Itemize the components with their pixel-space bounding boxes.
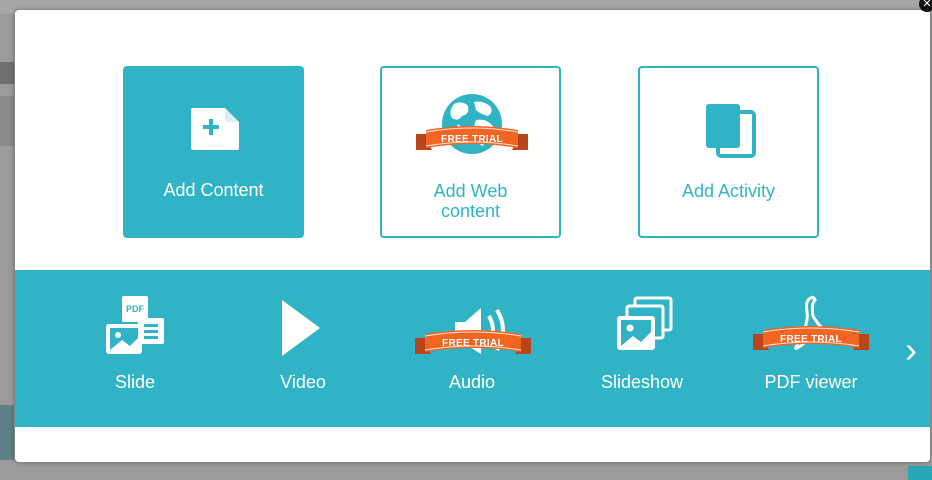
ribbon-text: FREE TRIAL — [780, 334, 842, 345]
audio-label: Audio — [448, 372, 496, 392]
acrobat-icon: FREE TRIAL — [753, 295, 869, 350]
tile-label: Add Content — [163, 180, 264, 200]
slide-option[interactable]: PDF Slide — [70, 270, 200, 427]
audio-option[interactable]: FREE TRIAL Audio — [407, 270, 537, 427]
pdf-icon-text: PDF — [126, 304, 145, 314]
add-content-tile[interactable]: Add Content — [123, 66, 304, 238]
background-element — [0, 405, 14, 460]
background-element — [0, 96, 14, 146]
tile-label: Add Web content — [382, 181, 559, 221]
slideshow-label: Slideshow — [600, 372, 684, 392]
tile-label: Add Activity — [681, 181, 776, 201]
ribbon-text: FREE TRIAL — [441, 134, 503, 145]
video-option[interactable]: Video — [238, 270, 368, 427]
add-file-icon — [191, 108, 239, 150]
pdf-viewer-option[interactable]: FREE TRIAL PDF viewer — [746, 270, 876, 427]
ribbon-text: FREE TRIAL — [442, 338, 504, 349]
pdf-viewer-label: PDF viewer — [764, 372, 858, 392]
add-web-content-tile[interactable]: FREE TRIAL Add Web content — [380, 66, 561, 238]
free-trial-ribbon: FREE TRIAL — [415, 330, 531, 354]
slideshow-option[interactable]: Slideshow — [577, 270, 707, 427]
tile-label-line2: content — [440, 201, 501, 221]
pdf-slide-icon: PDF — [106, 296, 164, 354]
image-stack-icon — [617, 296, 673, 350]
chevron-right-icon[interactable]: › — [901, 330, 921, 370]
speaker-icon: FREE TRIAL — [415, 308, 531, 354]
tile-label-line1: Add Web — [433, 181, 508, 201]
free-trial-ribbon: FREE TRIAL — [753, 326, 869, 350]
play-icon — [282, 300, 320, 356]
slide-label: Slide — [114, 372, 156, 392]
activity-pages-icon — [706, 104, 756, 158]
add-activity-tile[interactable]: Add Activity — [638, 66, 819, 238]
background-element — [908, 466, 932, 480]
content-type-bar: PDF Slide Video FREE TRIAL Audio Slidesh… — [15, 270, 930, 427]
close-icon[interactable]: ✕ — [919, 0, 932, 12]
globe-icon: FREE TRIAL — [416, 94, 528, 154]
add-content-modal: Add Content FREE TRIAL Add Web content A… — [15, 10, 930, 462]
background-element — [0, 62, 14, 84]
video-label: Video — [280, 372, 326, 392]
